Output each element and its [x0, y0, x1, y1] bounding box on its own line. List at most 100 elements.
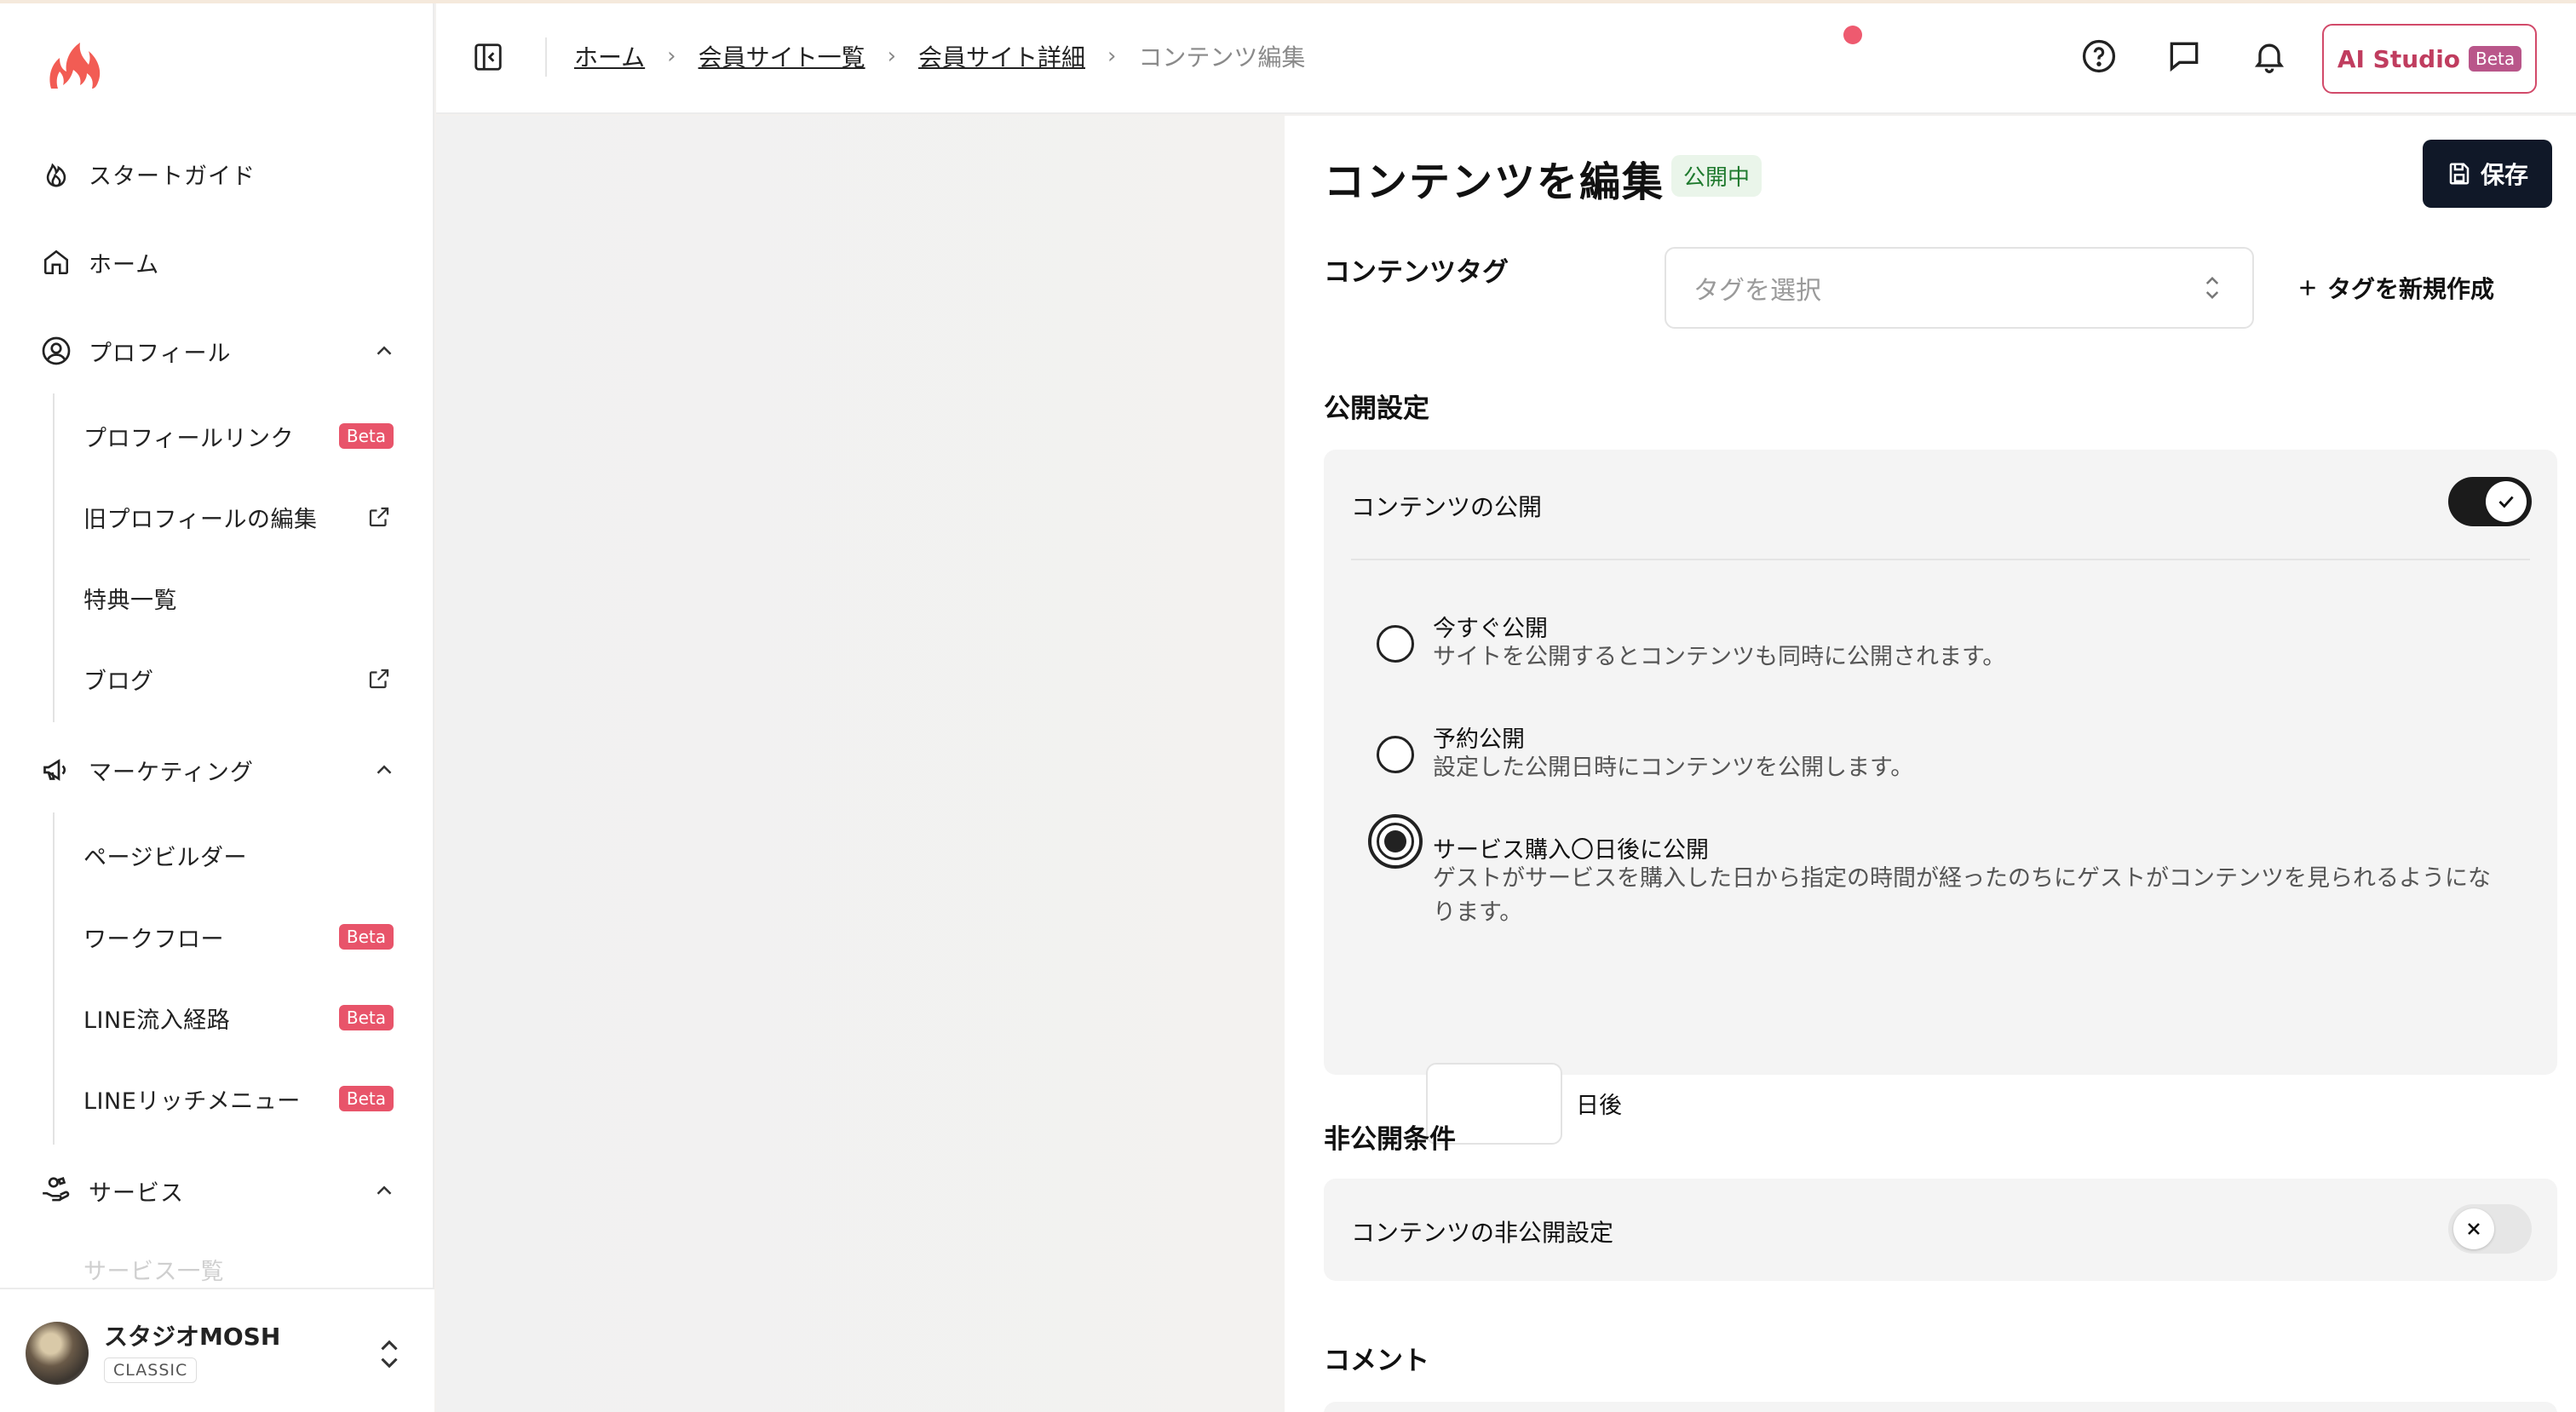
megaphone-icon	[39, 753, 73, 787]
sub-label: 特典一覧	[83, 587, 177, 614]
nav-label: マーケティング	[89, 759, 254, 786]
save-button[interactable]: 保存	[2423, 140, 2552, 208]
nav-home[interactable]: ホーム	[39, 237, 397, 288]
nav-label: ホーム	[89, 251, 160, 278]
radio-publish-now[interactable]	[1377, 625, 1414, 663]
sub-workflow[interactable]: ワークフロー Beta	[83, 913, 400, 961]
top-accent-bar	[0, 0, 2576, 3]
option-title: サービス購入〇日後に公開	[1433, 837, 1709, 864]
beta-badge: Beta	[338, 423, 394, 449]
unpublish-toggle-label: コンテンツの非公開設定	[1351, 1219, 1614, 1247]
radio-selected-dot	[1384, 830, 1406, 852]
sub-label: サービス一覧	[83, 1258, 224, 1285]
option-title: 今すぐ公開	[1433, 616, 1548, 642]
page-title: コンテンツを編集	[1324, 158, 1665, 206]
external-link-icon	[369, 507, 389, 527]
subnav-guide-line	[53, 393, 55, 722]
ai-studio-label: AI Studio	[2337, 44, 2461, 73]
create-tag-button[interactable]: タグを新規作成	[2297, 271, 2494, 305]
nav-service[interactable]: サービス	[39, 1165, 397, 1216]
sub-line-inflow[interactable]: LINE流入経路 Beta	[83, 994, 400, 1042]
radio-publish-after-purchase[interactable]	[1368, 814, 1423, 869]
sub-label: 旧プロフィールの編集	[83, 506, 318, 533]
chevron-right-icon: ›	[1107, 43, 1117, 69]
sub-benefits-list[interactable]: 特典一覧	[83, 574, 400, 622]
sub-page-builder[interactable]: ページビルダー	[83, 831, 400, 879]
sub-service-list[interactable]: サービス一覧	[83, 1252, 400, 1286]
sub-blog[interactable]: ブログ	[83, 655, 400, 703]
breadcrumb-member-site-detail[interactable]: 会員サイト詳細	[918, 39, 1085, 73]
bell-icon[interactable]	[2251, 37, 2288, 75]
chevron-up-down-icon[interactable]	[375, 1337, 404, 1371]
external-link-icon	[369, 669, 389, 689]
nav-label: サービス	[89, 1180, 184, 1207]
save-label: 保存	[2480, 161, 2528, 189]
content-tag-label: コンテンツタグ	[1324, 257, 1509, 288]
publish-settings-card: コンテンツの公開 今すぐ公開 サイトを公開するとコンテンツも同時に公開されます。…	[1324, 450, 2557, 1145]
nav-marketing[interactable]: マーケティング	[39, 744, 397, 795]
sidebar-collapse-icon[interactable]	[472, 41, 504, 73]
avatar	[26, 1322, 89, 1385]
beta-badge: Beta	[2469, 46, 2522, 72]
save-disk-icon	[2449, 163, 2470, 185]
sub-profile-link[interactable]: プロフィールリンク Beta	[83, 412, 400, 460]
comment-section-title: コメント	[1324, 1346, 1429, 1376]
comment-card	[1324, 1402, 2557, 1412]
nav-label: スタートガイド	[89, 163, 256, 190]
main-area: コンテンツを編集 公開中 保存 コンテンツタグ タグを選択 タグを新規作成 公開…	[436, 116, 2576, 1412]
radio-inner-ring	[1377, 823, 1414, 860]
sub-label: LINE流入経路	[83, 1007, 231, 1034]
tag-select-placeholder: タグを選択	[1693, 276, 1821, 306]
user-circle-icon	[39, 334, 73, 368]
sub-label: ブログ	[83, 668, 154, 695]
breadcrumb: ホーム › 会員サイト一覧 › 会員サイト詳細 › コンテンツ編集	[574, 39, 1305, 73]
ai-studio-button[interactable]: AI Studio Beta	[2322, 24, 2537, 94]
nav-label: プロフィール	[89, 340, 232, 367]
status-badge: 公開中	[1671, 155, 1762, 197]
help-icon[interactable]	[2080, 37, 2118, 75]
option-description: 設定した公開日時にコンテンツを公開します。	[1433, 755, 1914, 781]
card-divider	[1351, 559, 2530, 560]
sub-label: ワークフロー	[83, 926, 224, 953]
option-description: サイトを公開するとコンテンツも同時に公開されます。	[1433, 644, 2006, 670]
sidebar: スタートガイド ホーム プロフィール プロフィールリンク Beta 旧プロフィー…	[0, 0, 434, 1412]
chevron-up-icon[interactable]	[371, 1178, 397, 1203]
top-header: ホーム › 会員サイト一覧 › 会員サイト詳細 › コンテンツ編集 AI Stu…	[436, 0, 2576, 114]
subnav-guide-line	[53, 812, 55, 1145]
close-icon	[2453, 1208, 2494, 1249]
chevron-right-icon: ›	[667, 43, 676, 69]
chevron-up-icon[interactable]	[371, 338, 397, 364]
header-divider	[545, 37, 547, 77]
chevron-up-icon[interactable]	[371, 757, 397, 783]
breadcrumb-current: コンテンツ編集	[1138, 43, 1306, 72]
brand-flame-logo[interactable]	[46, 39, 102, 92]
nav-profile[interactable]: プロフィール	[39, 325, 397, 376]
tag-select[interactable]: タグを選択	[1665, 247, 2254, 329]
sub-legacy-profile-edit[interactable]: 旧プロフィールの編集	[83, 493, 400, 541]
publish-settings-title: 公開設定	[1324, 393, 1429, 424]
nav-start-guide[interactable]: スタートガイド	[39, 148, 397, 199]
service-hand-icon	[39, 1174, 73, 1208]
radio-scheduled-publish[interactable]	[1377, 736, 1414, 773]
plan-badge: CLASSIC	[104, 1357, 198, 1383]
days-suffix: 日後	[1576, 1093, 1622, 1119]
unpublish-toggle[interactable]	[2448, 1204, 2532, 1254]
beta-badge: Beta	[338, 924, 394, 950]
breadcrumb-member-sites[interactable]: 会員サイト一覧	[699, 39, 865, 73]
option-title: 予約公開	[1433, 726, 1525, 753]
sub-label: プロフィールリンク	[83, 425, 294, 452]
account-name: スタジオMOSH	[104, 1323, 281, 1351]
message-icon[interactable]	[2165, 37, 2203, 75]
unpublish-card: コンテンツの非公開設定	[1324, 1179, 2557, 1281]
content-editor-panel: コンテンツを編集 公開中 保存 コンテンツタグ タグを選択 タグを新規作成 公開…	[1285, 116, 2576, 1412]
breadcrumb-home[interactable]: ホーム	[574, 39, 645, 73]
account-switcher[interactable]: スタジオMOSH CLASSIC	[0, 1288, 434, 1412]
sub-label: LINEリッチメニュー	[83, 1088, 301, 1115]
home-icon	[39, 245, 73, 279]
publish-toggle-label: コンテンツの公開	[1351, 493, 1543, 521]
option-description: ゲストがサービスを購入した日から指定の時間が経ったのちにゲストがコンテンツを見ら…	[1433, 865, 2491, 926]
beta-badge: Beta	[338, 1005, 394, 1030]
sub-line-rich-menu[interactable]: LINEリッチメニュー Beta	[83, 1075, 400, 1122]
publish-toggle[interactable]	[2448, 477, 2532, 526]
beta-badge: Beta	[338, 1086, 394, 1111]
